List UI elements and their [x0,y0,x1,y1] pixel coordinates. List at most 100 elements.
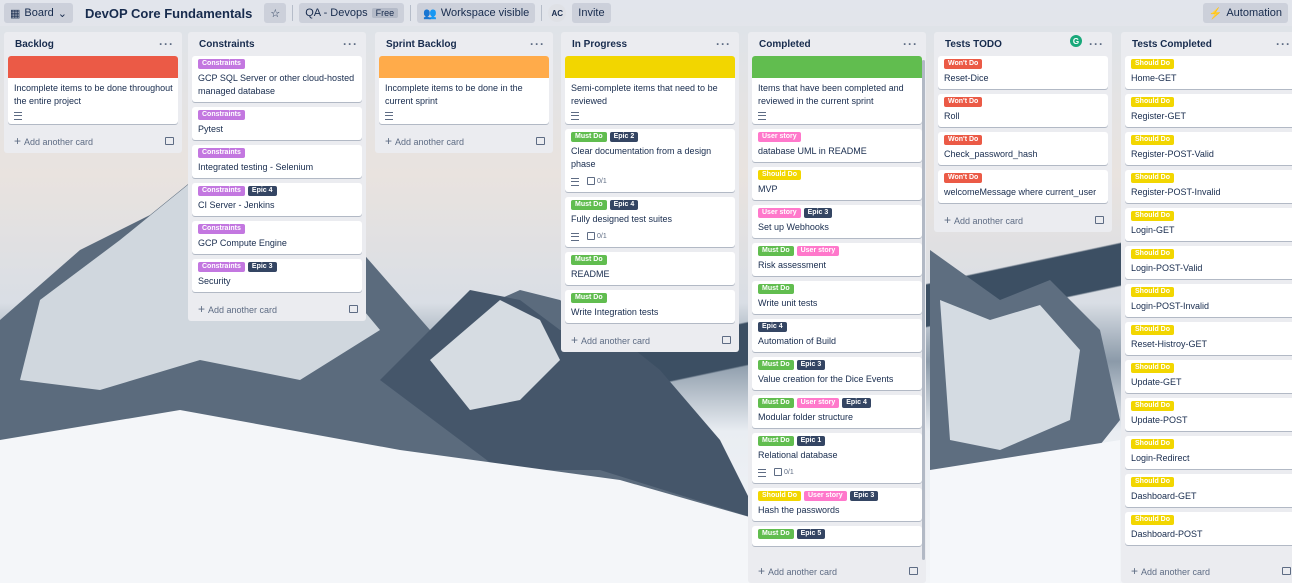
card-label[interactable]: Epic 3 [849,491,879,501]
card-label[interactable]: User story [758,132,801,142]
card-label[interactable]: Must Do [571,293,607,303]
card[interactable]: Constraints Epic 4 CI Server - Jenkins [192,183,362,216]
card-label[interactable]: Epic 1 [796,436,826,446]
card-label[interactable]: Epic 4 [842,398,871,408]
card-label[interactable]: Won't Do [944,135,983,145]
card[interactable]: Must Do Write Integration tests [565,290,735,323]
card[interactable]: Items that have been completed and revie… [752,56,922,124]
card[interactable]: Must Do Epic 3 Value creation for the Dice… [752,357,922,390]
more-options-icon[interactable]: ··· [903,37,918,51]
card-label[interactable]: User story [796,398,840,408]
card-label[interactable]: Constraints [198,224,245,234]
card[interactable]: Should Do Login-Redirect [1125,436,1292,469]
more-options-icon[interactable]: ··· [716,37,731,51]
card[interactable]: Epic 4 Automation of Build [752,319,922,352]
more-options-icon[interactable]: ··· [159,37,174,51]
card-label[interactable]: Should Do [758,170,801,180]
add-card-button[interactable]: + Add another card [944,213,1023,227]
card-label[interactable]: Constraints [198,110,245,120]
card-label[interactable]: Should Do [1131,135,1174,145]
card-label[interactable]: Constraints [198,148,245,158]
more-options-icon[interactable]: ··· [1089,37,1104,51]
card-label[interactable]: Won't Do [944,97,983,107]
workspace-button[interactable]: QA - Devops Free [299,3,405,23]
card[interactable]: Incomplete items to be done in the curre… [379,56,549,124]
list-title[interactable]: Tests TODO [945,39,1002,50]
card[interactable]: Constraints GCP SQL Server or other cloud… [192,56,362,102]
card-label[interactable]: Should Do [1131,401,1174,411]
card-label[interactable]: Should Do [1131,249,1174,259]
card[interactable]: Should Do Dashboard-POST [1125,512,1292,545]
card[interactable]: Should Do Login-POST-Invalid [1125,284,1292,317]
card[interactable]: Constraints Integrated testing - Selenium [192,145,362,178]
invite-button[interactable]: Invite [572,3,611,23]
list-title[interactable]: Constraints [199,39,255,50]
card[interactable]: Must Do Epic 4 Fully designed test suites 0… [565,197,735,247]
card-label[interactable]: Won't Do [944,59,983,69]
card[interactable]: Should Do Login-POST-Valid [1125,246,1292,279]
card[interactable]: Should Do Register-GET [1125,94,1292,127]
card[interactable]: Should Do Reset-Histroy-GET [1125,322,1292,355]
card-label[interactable]: Epic 4 [247,186,277,196]
card-label[interactable]: User story [796,246,840,256]
add-card-button[interactable]: + Add another card [14,134,93,148]
list-header[interactable]: Backlog ··· [4,32,182,56]
card-label[interactable]: Must Do [571,132,607,142]
card-label[interactable]: Should Do [1131,211,1174,221]
card[interactable]: Must Do Epic 1 Relational database 0/1 [752,433,922,483]
add-card-button[interactable]: + Add another card [571,333,650,347]
card-label[interactable]: Epic 3 [247,262,277,272]
card-label[interactable]: Must Do [758,529,794,539]
list-title[interactable]: Sprint Backlog [386,39,457,50]
card[interactable]: Won't Do Roll [938,94,1108,127]
card-label[interactable]: Constraints [198,186,245,196]
card[interactable]: Must Do User story Risk assessment [752,243,922,276]
card-template-icon[interactable] [909,567,918,575]
card-label[interactable]: Should Do [1131,173,1174,183]
card-label[interactable]: Should Do [1131,363,1174,373]
card-label[interactable]: Must Do [758,246,794,256]
card-label[interactable]: Should Do [1131,287,1174,297]
add-card-button[interactable]: + Add another card [1131,564,1210,578]
card-label[interactable]: Must Do [758,398,794,408]
card-template-icon[interactable] [536,137,545,145]
list-header[interactable]: Sprint Backlog ··· [375,32,553,56]
card[interactable]: Won't Do Check_password_hash [938,132,1108,165]
card-template-icon[interactable] [165,137,174,145]
card-label[interactable]: Epic 4 [758,322,787,332]
card[interactable]: Should Do Dashboard-GET [1125,474,1292,507]
card[interactable]: Should Do Home-GET [1125,56,1292,89]
list-header[interactable]: Tests Completed ··· [1121,32,1292,56]
card-label[interactable]: Epic 5 [796,529,826,539]
list-title[interactable]: Backlog [15,39,54,50]
list-header[interactable]: Constraints ··· [188,32,366,56]
list-title[interactable]: Tests Completed [1132,39,1212,50]
list-header[interactable]: Tests TODO ··· [934,32,1112,56]
card-template-icon[interactable] [722,336,731,344]
list-header[interactable]: In Progress ··· [561,32,739,56]
card-label[interactable]: User story [758,208,801,218]
more-options-icon[interactable]: ··· [530,37,545,51]
card-label[interactable]: Should Do [1131,59,1174,69]
card[interactable]: Must Do Write unit tests [752,281,922,314]
card-label[interactable]: Must Do [571,200,607,210]
card[interactable]: User story database UML in README [752,129,922,162]
card-label[interactable]: Constraints [198,59,245,69]
card[interactable]: Must Do Epic 2 Clear documentation from a … [565,129,735,192]
card-label[interactable]: Epic 3 [803,208,833,218]
card-label[interactable]: Should Do [1131,477,1174,487]
card[interactable]: Should Do User story Epic 3 Hash the passwo… [752,488,922,521]
add-card-button[interactable]: + Add another card [198,302,277,316]
card[interactable]: User story Epic 3 Set up Webhooks [752,205,922,238]
card[interactable]: Constraints Pytest [192,107,362,140]
visibility-button[interactable]: 👥 Workspace visible [417,3,536,23]
card[interactable]: Semi-complete items that need to be revi… [565,56,735,124]
list-title[interactable]: In Progress [572,39,627,50]
card[interactable]: Should Do Register-POST-Invalid [1125,170,1292,203]
card-label[interactable]: Epic 2 [609,132,639,142]
avatar[interactable]: AC [548,4,567,22]
card-template-icon[interactable] [1282,567,1291,575]
card[interactable]: Should Do Register-POST-Valid [1125,132,1292,165]
card[interactable]: Constraints Epic 3 Security [192,259,362,292]
card-label[interactable]: Constraints [198,262,245,272]
